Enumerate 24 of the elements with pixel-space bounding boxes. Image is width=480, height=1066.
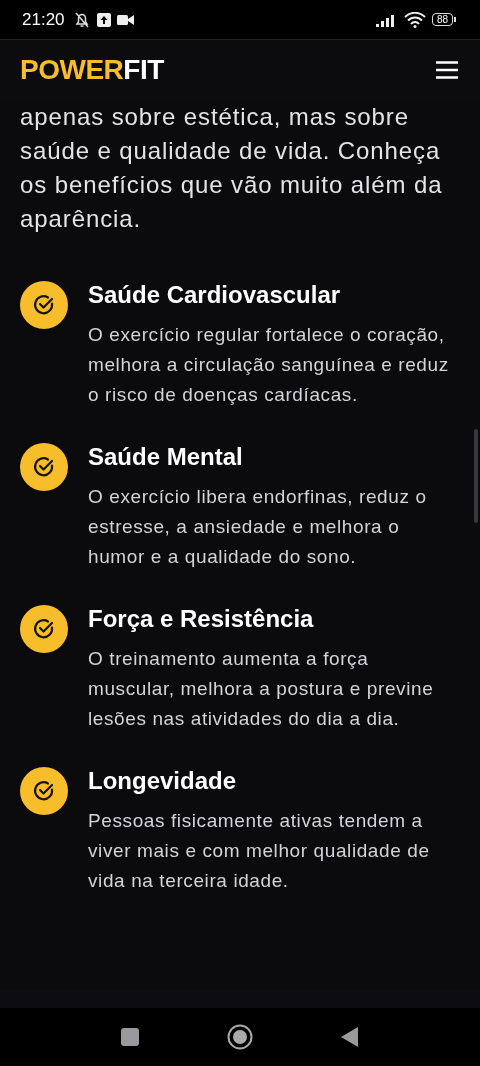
benefit-title: Saúde Mental: [88, 442, 244, 472]
benefit-description: O exercício regular fortalece o coração, melhora a circulação sanguínea e reduz o risco de doenças cardíacas.: [88, 323, 450, 407]
home-button[interactable]: [227, 1024, 253, 1050]
back-button[interactable]: [341, 1027, 359, 1047]
benefit-description: O treinamento aumenta a força muscular, melhora a postura e previne lesões nas atividades do dia a dia.: [88, 647, 435, 731]
check-circle-icon: [20, 443, 68, 491]
check-circle-icon: [20, 281, 68, 329]
clock: 21:20: [22, 9, 65, 30]
benefit-description: O exercício libera endorfinas, reduz o estresse, a ansiedade e melhora o humor e a qualidade do sono.: [88, 485, 428, 569]
upload-icon: [96, 12, 111, 27]
check-circle-icon: [20, 605, 68, 653]
wifi-icon: [403, 11, 426, 28]
video-camera-icon: [116, 13, 134, 26]
logo-text: POWER: [20, 54, 124, 86]
benefit-title: Longevidade: [88, 766, 238, 796]
check-circle-icon: [20, 767, 68, 815]
menu-icon[interactable]: [436, 61, 458, 79]
battery-icon: 88: [431, 13, 456, 26]
muted-bell-icon: [72, 10, 91, 29]
benefit-title: Saúde Cardiovascular: [88, 280, 342, 310]
benefit-description: Pessoas fisicamente ativas tendem a viver mais e com melhor qualidade de vida na terceira idade.: [88, 809, 431, 893]
benefit-title: Força e Resistência: [88, 604, 315, 634]
logo-text: FIT: [123, 54, 164, 86]
intro-paragraph: apenas sobre estética, mas sobre saúde e qualidade de vida. Conheça os benefícios que vão muito além da aparência.: [20, 102, 444, 234]
